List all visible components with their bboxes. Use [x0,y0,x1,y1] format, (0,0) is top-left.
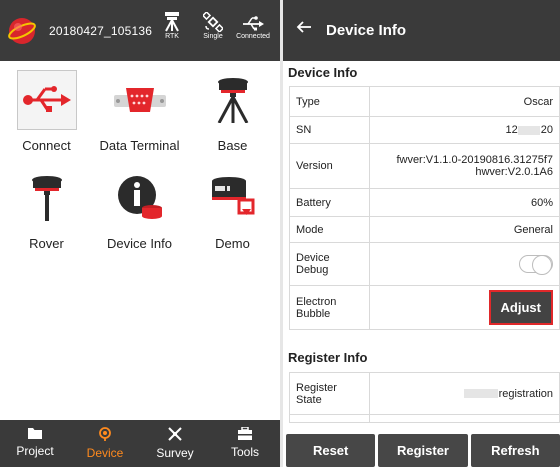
sn-prefix: 12 [505,124,518,136]
nav-device[interactable]: Device [70,420,140,467]
status-bar: 20180427_105136 RTK Single Connected [0,0,280,61]
menu-device-info[interactable]: Device Info [93,168,186,251]
single-label: Single [203,33,223,40]
menu-base[interactable]: Base [186,70,279,153]
type-label: Type [289,86,370,117]
menu-connect[interactable]: Connect [0,70,93,153]
menu-base-label: Base [217,138,248,153]
action-bar: Reset Register Refresh [283,434,560,467]
hw-version: hwver:V2.0.1A6 [475,166,553,178]
menu-demo[interactable]: Demo [186,168,279,251]
folder-icon [28,428,42,439]
nav-tools-label: Tools [230,445,259,459]
refresh-button[interactable]: Refresh [470,434,560,467]
nav-project-label: Project [16,444,54,458]
back-arrow-icon[interactable] [296,20,312,34]
app-root: 20180427_105136 RTK Single Connected Con… [0,0,560,467]
sn-redaction [517,125,540,135]
register-state-value: registration [369,372,560,415]
menu-rover-label: Rover [29,236,64,251]
app-logo-icon [8,18,36,44]
sn-suffix: 20 [540,124,553,136]
device-debug-toggle[interactable] [519,255,553,275]
device-info-header: Device Info [283,0,560,61]
demo-receiver-icon [211,177,254,215]
row-type: Type Oscar [289,86,560,117]
register-info-section-title: Register Info [288,350,368,365]
serial-port-icon [113,88,166,112]
mode-value: General [369,216,560,243]
register-state-text: registration [498,387,553,400]
device-info-pane: Device Info Device Info Type Oscar SN 12… [283,0,560,467]
register-state-redaction [463,389,498,399]
reset-button[interactable]: Reset [286,434,376,467]
register-state-label: Register State [289,372,370,415]
nav-device-label: Device [86,446,124,460]
mode-label: Mode [289,216,370,243]
menu-data-terminal[interactable]: Data Terminal [93,70,186,153]
connection-status[interactable]: Connected [233,12,273,40]
type-value: Oscar [369,86,560,117]
rover-receiver-icon [31,176,62,221]
info-icon [117,176,162,219]
device-info-table: Type Oscar SN 12 20 Version fwver:V1.1.0-… [289,86,560,330]
project-name: 20180427_105136 [49,24,153,38]
bottom-nav: Project Device Survey Tools [0,420,280,467]
solution-status[interactable]: Single [193,12,233,40]
usb-connected-icon [243,16,264,31]
register-info-table: Register State registration [289,372,560,423]
device-debug-label: Device Debug [289,242,370,286]
usb-icon [22,86,71,112]
row-version: Version fwver:V1.1.0-20190816.31275f7 hw… [289,143,560,189]
device-info-section-title: Device Info [288,65,358,80]
row-register-extra [289,414,560,423]
sn-label: SN [289,116,370,144]
device-icon [99,427,111,441]
fw-version: fwver:V1.1.0-20190816.31275f7 [396,154,553,166]
satellite-icon [203,12,223,32]
connected-label: Connected [236,33,270,40]
battery-label: Battery [289,188,370,217]
device-debug-cell [369,242,560,286]
row-mode: Mode General [289,216,560,243]
base-station-icon [217,78,248,123]
electron-bubble-cell: Adjust [369,285,560,330]
nav-project[interactable]: Project [0,420,70,467]
survey-icon [168,427,182,441]
nav-tools[interactable]: Tools [210,420,280,467]
menu-connect-label: Connect [22,138,71,153]
version-label: Version [289,143,370,189]
toolbox-icon [238,427,252,440]
row-sn: SN 12 20 [289,116,560,144]
battery-value: 60% [369,188,560,217]
row-device-debug: Device Debug [289,242,560,286]
row-electron-bubble: Electron Bubble Adjust [289,285,560,330]
row-battery: Battery 60% [289,188,560,217]
rtk-status[interactable]: RTK [152,12,192,40]
electron-bubble-label: Electron Bubble [289,285,370,330]
row-register-state: Register State registration [289,372,560,415]
menu-rover[interactable]: Rover [0,168,93,251]
rtk-antenna-icon [165,12,179,32]
menu-data-terminal-label: Data Terminal [99,138,180,153]
register-button[interactable]: Register [378,434,468,467]
version-value: fwver:V1.1.0-20190816.31275f7 hwver:V2.0… [369,143,560,189]
device-menu-pane: 20180427_105136 RTK Single Connected Con… [0,0,280,467]
page-title: Device Info [326,22,407,39]
adjust-button[interactable]: Adjust [488,290,553,325]
sn-value: 12 20 [369,116,560,144]
menu-demo-label: Demo [215,236,250,251]
menu-device-info-label: Device Info [106,236,173,251]
nav-survey[interactable]: Survey [140,420,210,467]
rtk-label: RTK [165,33,179,40]
nav-survey-label: Survey [156,446,194,460]
